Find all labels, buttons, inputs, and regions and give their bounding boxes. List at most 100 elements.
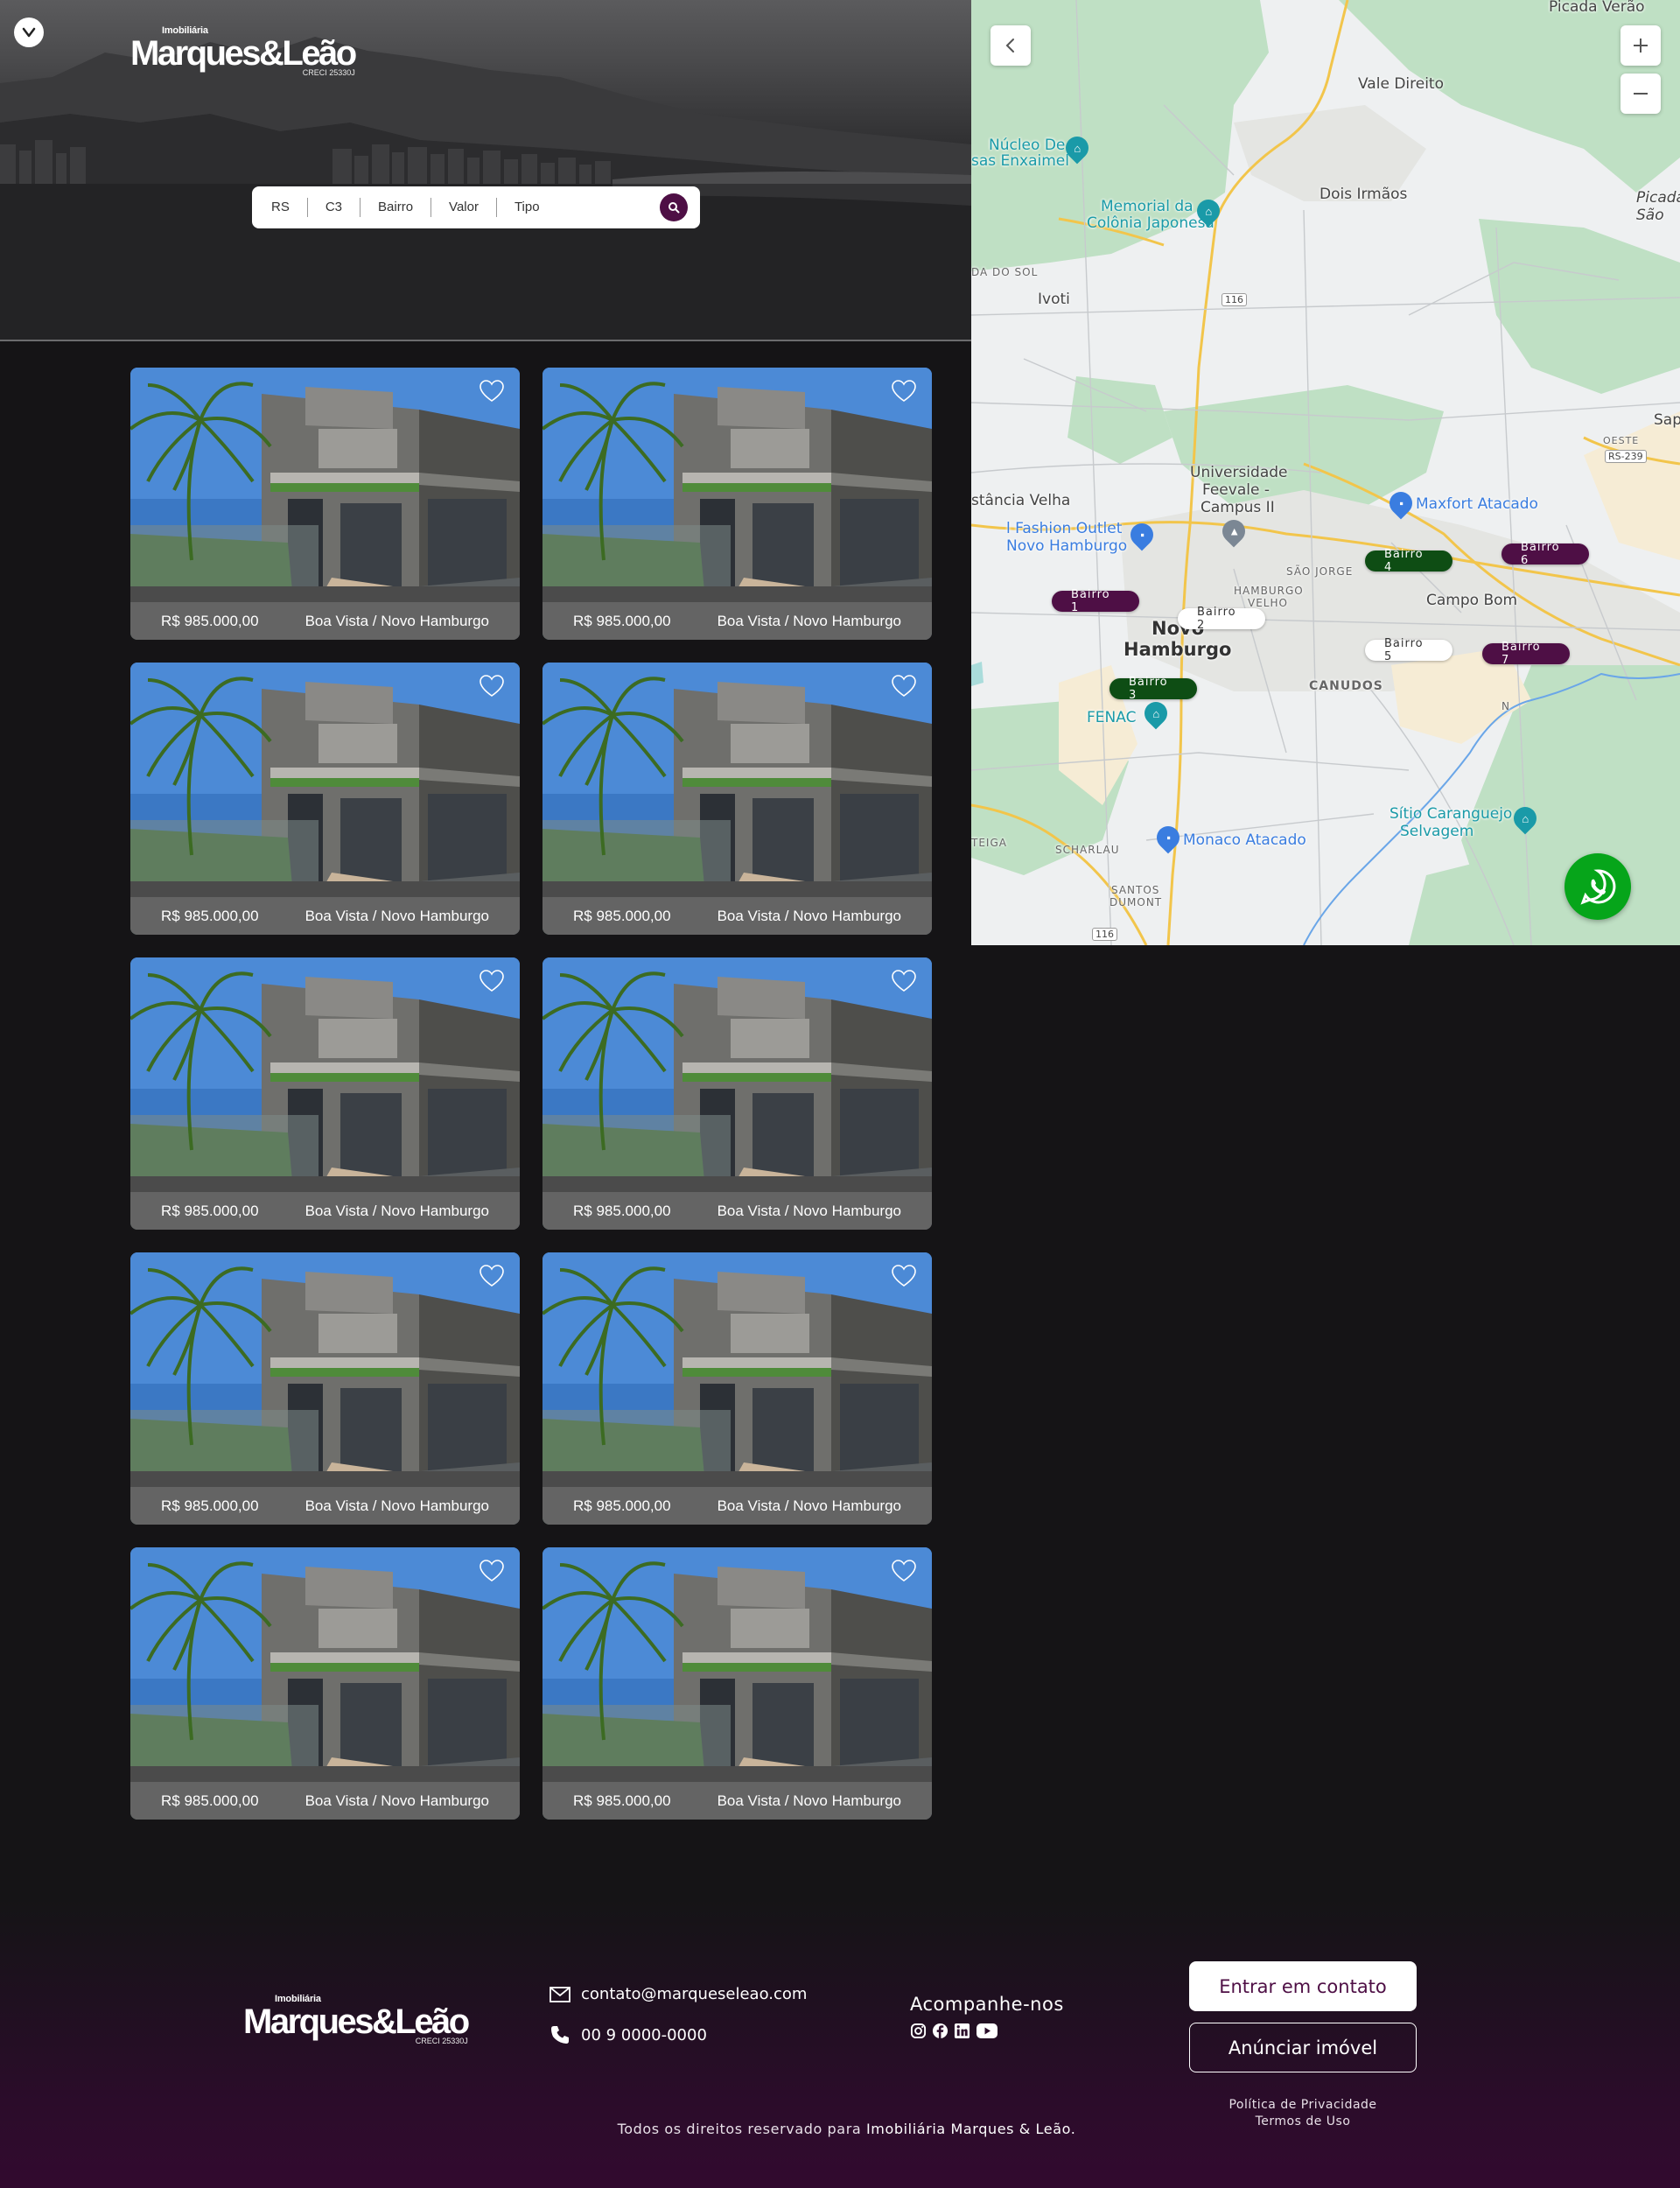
favorite-heart-icon[interactable] [892, 380, 916, 403]
search-icon [668, 202, 680, 214]
property-info-bar: R$ 985.000,00 Boa Vista / Novo Hamburgo [542, 897, 932, 935]
privacy-policy-link[interactable]: Política de Privacidade [1189, 2097, 1417, 2114]
map-pin-bairro-7[interactable]: Bairro 7 [1482, 641, 1570, 667]
search-button[interactable] [660, 193, 688, 221]
collapse-toggle-button[interactable] [14, 18, 44, 47]
contact-button[interactable]: Entrar em contato [1189, 1961, 1417, 2011]
search-field-type[interactable]: Tipo [495, 198, 557, 217]
map-back-button[interactable] [990, 25, 1031, 66]
instagram-icon[interactable] [910, 2023, 927, 2039]
property-info-bar: R$ 985.000,00 Boa Vista / Novo Hamburgo [130, 1782, 520, 1820]
property-photo [542, 368, 932, 640]
social-links [910, 2023, 998, 2039]
whatsapp-button[interactable] [1564, 853, 1631, 920]
favorite-heart-icon[interactable] [480, 1560, 504, 1582]
footer-logo[interactable]: Imobiliária Marques&Leão CRECI 25330J [243, 1995, 470, 2045]
map-pin-bairro-1[interactable]: Bairro 1 [1052, 588, 1139, 614]
copyright-brand: Imobiliária Marques & Leão. [865, 2121, 1076, 2137]
map-label-universidade: Universidade [1190, 464, 1288, 481]
facebook-icon[interactable] [932, 2023, 948, 2039]
map-label-hamburgo-velho-1: HAMBURGO [1234, 585, 1304, 597]
map-pin-bairro-3[interactable]: Bairro 3 [1110, 676, 1197, 702]
property-location: Boa Vista / Novo Hamburgo [304, 1202, 489, 1219]
zoom-in-button[interactable] [1620, 25, 1661, 66]
property-card[interactable]: R$ 985.000,00 Boa Vista / Novo Hamburgo [130, 368, 520, 640]
favorite-heart-icon[interactable] [480, 380, 504, 403]
favorite-heart-icon[interactable] [892, 970, 916, 992]
favorite-heart-icon[interactable] [892, 1560, 916, 1582]
map-label-fashion-novo-hamburgo: Novo Hamburgo [1006, 537, 1128, 555]
search-field-neighborhood[interactable]: Bairro [360, 198, 430, 217]
map-label-sitio-2: Selvagem [1400, 823, 1474, 840]
map-label-sitio-1: Sítio Caranguejo [1390, 805, 1513, 823]
property-location: Boa Vista / Novo Hamburgo [717, 1497, 901, 1514]
property-card[interactable]: R$ 985.000,00 Boa Vista / Novo Hamburgo [542, 1252, 932, 1525]
search-field-state[interactable]: RS [271, 198, 307, 217]
property-price: R$ 985.000,00 [573, 612, 671, 629]
favorite-heart-icon[interactable] [480, 1265, 504, 1287]
footer-phone-text: 00 9 0000-0000 [581, 2025, 707, 2044]
property-card[interactable]: R$ 985.000,00 Boa Vista / Novo Hamburgo [130, 663, 520, 935]
follow-us-title: Acompanhe-nos [910, 1994, 1064, 2015]
footer-email[interactable]: contato@marqueseleao.com [550, 1985, 807, 2003]
youtube-icon[interactable] [976, 2023, 998, 2039]
linkedin-icon[interactable] [954, 2023, 970, 2039]
map-label-memorial: Memorial da [1101, 198, 1194, 215]
map-label-colonia: Colônia Japonesa [1087, 214, 1214, 232]
favorite-heart-icon[interactable] [892, 1265, 916, 1287]
search-field-city[interactable]: C3 [306, 198, 360, 217]
footer-email-text: contato@marqueseleao.com [581, 1985, 808, 2003]
property-info-bar: R$ 985.000,00 Boa Vista / Novo Hamburgo [130, 897, 520, 935]
property-info-bar: R$ 985.000,00 Boa Vista / Novo Hamburgo [130, 602, 520, 640]
property-card[interactable]: R$ 985.000,00 Boa Vista / Novo Hamburgo [130, 957, 520, 1230]
property-price: R$ 985.000,00 [573, 907, 671, 924]
map-label-canudos: CANUDOS [1309, 679, 1383, 693]
copyright-prefix: Todos os direitos reservado para [617, 2121, 862, 2137]
header-logo[interactable]: Imobiliária Marques&Leão CRECI 25330J [130, 26, 357, 77]
mail-icon [550, 1986, 570, 2002]
property-photo [130, 1547, 520, 1820]
property-price: R$ 985.000,00 [161, 1202, 259, 1219]
property-search-bar: RS C3 Bairro Valor Tipo [252, 186, 700, 228]
phone-icon [551, 2026, 569, 2044]
property-location: Boa Vista / Novo Hamburgo [304, 907, 489, 924]
property-card[interactable]: R$ 985.000,00 Boa Vista / Novo Hamburgo [542, 663, 932, 935]
favorite-heart-icon[interactable] [480, 675, 504, 698]
map-pin-bairro-2[interactable]: Bairro 2 [1178, 606, 1265, 632]
map-label-ivoti: Ivoti [1038, 291, 1070, 308]
property-location: Boa Vista / Novo Hamburgo [717, 1792, 901, 1809]
favorite-heart-icon[interactable] [892, 675, 916, 698]
property-photo [130, 1252, 520, 1525]
property-card[interactable]: R$ 985.000,00 Boa Vista / Novo Hamburgo [542, 368, 932, 640]
plus-icon [1634, 39, 1648, 53]
map-label-hamburgo: Hamburgo [1124, 639, 1232, 660]
map-label-scharlau: SCHARLAU [1055, 844, 1120, 856]
property-card[interactable]: R$ 985.000,00 Boa Vista / Novo Hamburgo [130, 1547, 520, 1820]
property-photo [542, 957, 932, 1230]
map-panel[interactable]: Vale Direito Picada Verão Picada São Núc… [971, 0, 1680, 945]
property-price: R$ 985.000,00 [161, 1497, 259, 1514]
property-card[interactable]: R$ 985.000,00 Boa Vista / Novo Hamburgo [542, 957, 932, 1230]
footer-phone[interactable]: 00 9 0000-0000 [550, 2024, 707, 2045]
search-field-value[interactable]: Valor [430, 198, 496, 217]
map-pin-bairro-6[interactable]: Bairro 6 [1502, 541, 1589, 567]
favorite-heart-icon[interactable] [480, 970, 504, 992]
copyright-text: Todos os direitos reservado para Imobili… [0, 2121, 1680, 2137]
route-116-badge: 116 [1222, 293, 1247, 306]
property-location: Boa Vista / Novo Hamburgo [717, 1202, 901, 1219]
map-label-maxfort: Maxfort Atacado [1416, 495, 1538, 513]
property-card[interactable]: R$ 985.000,00 Boa Vista / Novo Hamburgo [130, 1252, 520, 1525]
map-label-sap: Sap [1654, 411, 1680, 429]
property-location: Boa Vista / Novo Hamburgo [304, 612, 489, 629]
property-price: R$ 985.000,00 [161, 1792, 259, 1809]
property-card[interactable]: R$ 985.000,00 Boa Vista / Novo Hamburgo [542, 1547, 932, 1820]
zoom-out-button[interactable] [1620, 74, 1661, 114]
map-pin-bairro-4[interactable]: Bairro 4 [1365, 548, 1452, 574]
property-location: Boa Vista / Novo Hamburgo [304, 1497, 489, 1514]
map-pin-bairro-5[interactable]: Bairro 5 [1365, 637, 1452, 663]
map-label-oeste: OESTE [1603, 435, 1640, 446]
property-info-bar: R$ 985.000,00 Boa Vista / Novo Hamburgo [130, 1192, 520, 1230]
announce-property-button[interactable]: Anúnciar imóvel [1189, 2023, 1417, 2072]
map-label-santos: SANTOS [1111, 884, 1160, 896]
property-price: R$ 985.000,00 [573, 1202, 671, 1219]
